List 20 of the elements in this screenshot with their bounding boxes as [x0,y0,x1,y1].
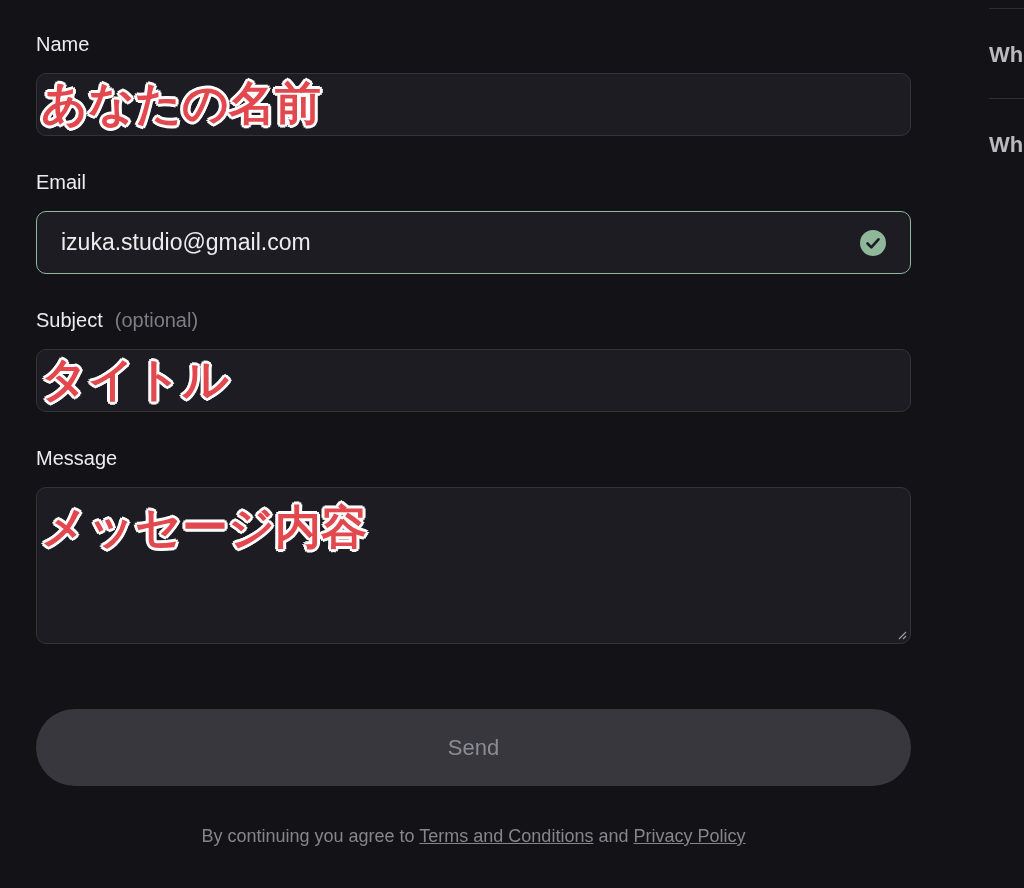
consent-text: By continuing you agree to Terms and Conditions and Privacy Policy [200,826,747,847]
privacy-link[interactable]: Privacy Policy [633,826,746,846]
optional-hint: (optional) [114,309,199,332]
resize-handle-icon[interactable] [897,630,907,640]
input-field[interactable]: タイトル [36,349,911,412]
field-value: izuka.studio@gmail.com [61,229,312,256]
message-field[interactable]: メッセージ内容 [36,487,911,644]
field-label: Subject [36,309,103,332]
annotation-text: あなたの名前 [41,76,321,131]
terms-link[interactable]: Terms and Conditions [419,826,594,846]
faq-question[interactable]: Wh [989,132,1024,157]
field-label: Name [36,33,90,56]
annotation-text: メッセージ内容 [41,500,367,555]
field-label: Message [36,447,118,470]
field-label: Email [36,171,86,194]
input-field[interactable]: izuka.studio@gmail.com [36,211,911,274]
check-icon [860,229,886,256]
annotation-text: タイトル [41,352,229,407]
input-field[interactable]: あなたの名前 [36,73,911,136]
faq-question[interactable]: Wh [989,42,1024,67]
